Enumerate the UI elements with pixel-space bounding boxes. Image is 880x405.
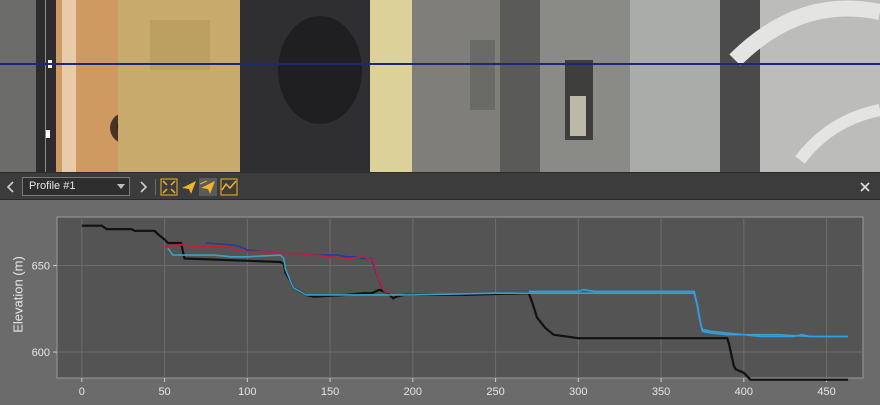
- y-tick-label: 650: [32, 260, 50, 272]
- x-tick-label: 200: [404, 386, 422, 398]
- chevron-right-icon[interactable]: [136, 177, 150, 197]
- profile-toolbar: Profile #1: [0, 172, 880, 200]
- x-tick-label: 300: [569, 386, 587, 398]
- aerial-image: [0, 0, 880, 172]
- send-icon[interactable]: [180, 178, 198, 196]
- x-tick-label: 100: [238, 386, 256, 398]
- x-tick-label: 350: [652, 386, 670, 398]
- fit-extent-icon[interactable]: [160, 178, 178, 196]
- chevron-down-icon: [117, 184, 125, 189]
- x-tick-label: 400: [735, 386, 753, 398]
- chevron-left-icon[interactable]: [4, 177, 18, 197]
- x-tick-label: 250: [486, 386, 504, 398]
- send-all-icon[interactable]: [199, 178, 217, 196]
- close-icon[interactable]: [858, 177, 872, 197]
- profile-select[interactable]: Profile #1: [22, 177, 130, 196]
- toolbar-separator: [155, 179, 156, 195]
- y-axis-ticks: 600 650: [32, 260, 57, 359]
- y-tick-label: 600: [32, 347, 50, 359]
- profile-chart-panel: 0 50 100 150 200 250 300 350 400 450 600 650: [0, 200, 880, 400]
- aerial-map[interactable]: [0, 0, 880, 172]
- profile-name: Profile #1: [29, 180, 76, 192]
- plot-area: [56, 216, 864, 379]
- x-tick-label: 450: [817, 386, 835, 398]
- elevation-profile-chart[interactable]: 0 50 100 150 200 250 300 350 400 450 600 650: [0, 200, 880, 400]
- x-axis-ticks: 0 50 100 150 200 250 300 350 400 450: [79, 378, 836, 398]
- x-tick-label: 150: [321, 386, 339, 398]
- y-axis-label: Elevation (m): [10, 256, 26, 333]
- profile-lines-icon[interactable]: [220, 178, 238, 196]
- x-tick-label: 0: [79, 386, 85, 398]
- x-tick-label: 50: [158, 386, 170, 398]
